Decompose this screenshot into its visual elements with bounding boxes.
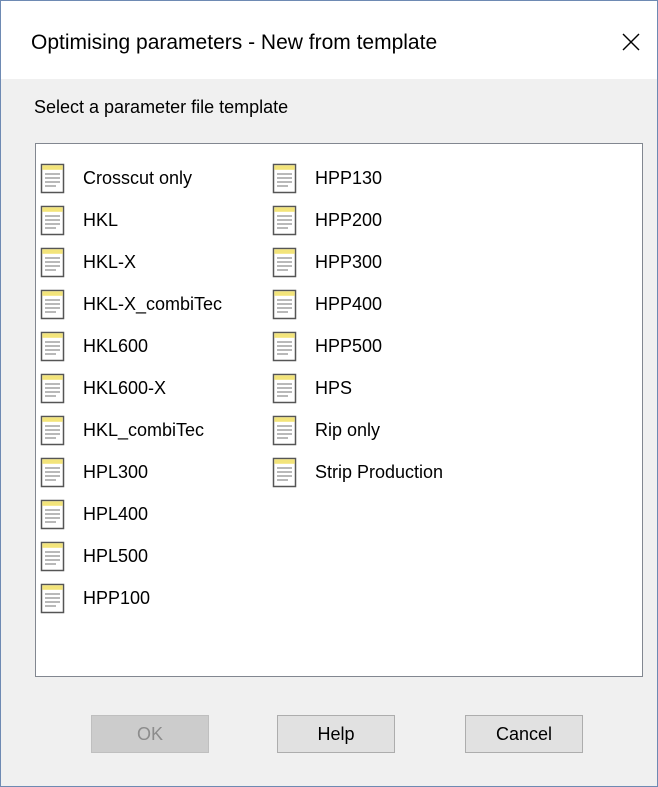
close-button[interactable]: [605, 13, 657, 71]
dialog-window: Optimising parameters - New from templat…: [0, 0, 658, 787]
template-item-label: HKL_combiTec: [83, 419, 205, 440]
title-bar: Optimising parameters - New from templat…: [1, 1, 657, 79]
template-item[interactable]: HPP200: [272, 199, 443, 241]
template-item-label: HKL600: [83, 335, 149, 356]
template-item-label: HPP200: [315, 209, 383, 230]
template-item[interactable]: HPP300: [272, 241, 443, 283]
document-icon: [40, 541, 65, 571]
document-icon: [272, 247, 297, 277]
template-item[interactable]: HKL: [40, 199, 222, 241]
template-item-label: Crosscut only: [83, 167, 193, 188]
prompt-label: Select a parameter file template: [34, 97, 289, 117]
template-item[interactable]: HPP130: [272, 157, 443, 199]
cancel-button[interactable]: Cancel: [465, 715, 583, 753]
template-item-label: HPS: [315, 377, 353, 398]
template-column-1: Crosscut only HKL HKL-X HKL-X_combiTec HKL60…: [40, 157, 222, 619]
document-icon: [40, 289, 65, 319]
template-item-label: HPL400: [83, 503, 149, 524]
template-item-label: HPL300: [83, 461, 149, 482]
template-item[interactable]: HKL600: [40, 325, 222, 367]
document-icon: [272, 331, 297, 361]
template-item[interactable]: HPS: [272, 367, 443, 409]
template-item-label: HPL500: [83, 545, 149, 566]
template-item-label: HPP400: [315, 293, 383, 314]
template-item[interactable]: HPL500: [40, 535, 222, 577]
document-icon: [272, 205, 297, 235]
ok-button[interactable]: OK: [91, 715, 209, 753]
template-item[interactable]: Crosscut only: [40, 157, 222, 199]
template-item[interactable]: HPP400: [272, 283, 443, 325]
document-icon: [40, 247, 65, 277]
document-icon: [272, 457, 297, 487]
template-item-label: HPP500: [315, 335, 383, 356]
document-icon: [40, 457, 65, 487]
document-icon: [40, 205, 65, 235]
document-icon: [40, 163, 65, 193]
template-item[interactable]: HPP100: [40, 577, 222, 619]
template-item[interactable]: Rip only: [272, 409, 443, 451]
template-item[interactable]: HKL_combiTec: [40, 409, 222, 451]
template-item-label: HKL: [83, 209, 119, 230]
template-item-label: HPP100: [83, 587, 151, 608]
document-icon: [272, 163, 297, 193]
document-icon: [272, 415, 297, 445]
document-icon: [40, 331, 65, 361]
document-icon: [272, 289, 297, 319]
template-item-label: HKL-X: [83, 251, 137, 272]
help-button[interactable]: Help: [277, 715, 395, 753]
template-item[interactable]: HPP500: [272, 325, 443, 367]
template-item[interactable]: HPL300: [40, 451, 222, 493]
document-icon: [272, 373, 297, 403]
template-item-label: HPP300: [315, 251, 383, 272]
template-item[interactable]: Strip Production: [272, 451, 443, 493]
document-icon: [40, 415, 65, 445]
document-icon: [40, 499, 65, 529]
document-icon: [40, 373, 65, 403]
template-item[interactable]: HKL-X: [40, 241, 222, 283]
template-item-label: HPP130: [315, 167, 383, 188]
window-title: Optimising parameters - New from templat…: [31, 31, 438, 54]
template-list[interactable]: Crosscut only HKL HKL-X HKL-X_combiTec HKL60…: [35, 143, 643, 677]
template-item-label: HKL600-X: [83, 377, 167, 398]
template-item-label: Rip only: [315, 419, 381, 440]
template-item-label: Strip Production: [315, 461, 444, 482]
template-item[interactable]: HKL-X_combiTec: [40, 283, 222, 325]
template-item-label: HKL-X_combiTec: [83, 293, 223, 314]
document-icon: [40, 583, 65, 613]
close-icon: [622, 33, 640, 51]
template-item[interactable]: HPL400: [40, 493, 222, 535]
template-column-2: HPP130 HPP200 HPP300 HPP400 HPP500 HPS Rip onl…: [272, 157, 443, 493]
template-item[interactable]: HKL600-X: [40, 367, 222, 409]
